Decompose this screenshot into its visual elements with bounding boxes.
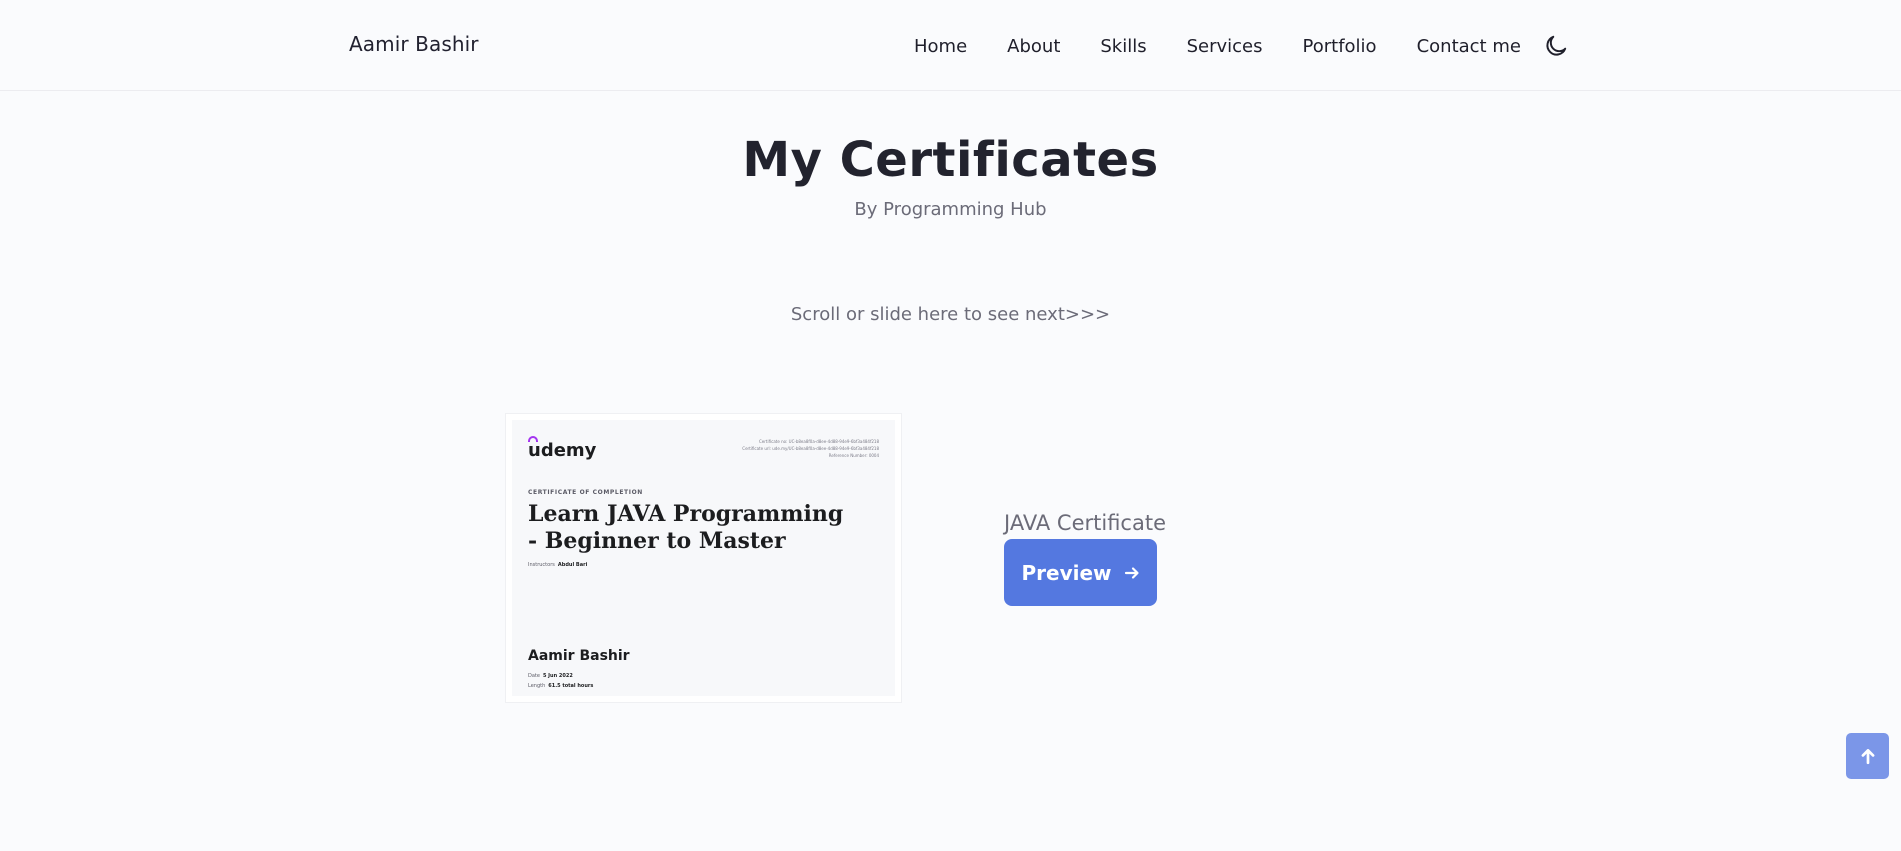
certificate-length: Length 61.5 total hours: [528, 683, 593, 689]
certificate-recipient: Aamir Bashir: [528, 648, 630, 664]
arrow-right-icon: [1124, 566, 1139, 579]
scroll-top-button[interactable]: [1846, 733, 1889, 779]
site-header: Aamir Bashir Home About Skills Services …: [0, 0, 1901, 91]
udemy-logo: udemy: [528, 440, 597, 461]
certificate-date: Date 5 Jun 2022: [528, 673, 573, 679]
preview-button-label: Preview: [1021, 560, 1112, 585]
preview-button[interactable]: Preview: [1004, 539, 1157, 606]
page-title: My Certificates: [742, 132, 1159, 188]
moon-icon[interactable]: [1543, 33, 1569, 59]
date-value: 5 Jun 2022: [542, 673, 573, 679]
certificate-card: udemy Certificate no: UC-b8ea8f0a-d8ee-4…: [512, 420, 895, 696]
nav-services[interactable]: Services: [1187, 36, 1263, 57]
scroll-hint: Scroll or slide here to see next>>>: [790, 304, 1111, 325]
page-subtitle: By Programming Hub: [854, 199, 1047, 220]
nav-portfolio[interactable]: Portfolio: [1303, 36, 1377, 57]
nav-skills[interactable]: Skills: [1100, 36, 1146, 57]
certificate-label: JAVA Certificate: [1004, 511, 1166, 535]
certificate-instructor: Instructors Abdul Bari: [528, 562, 587, 568]
nav-contact[interactable]: Contact me: [1417, 36, 1521, 57]
instructor-label: Instructors: [528, 562, 555, 568]
certificate-heading: CERTIFICATE OF COMPLETION: [528, 489, 643, 496]
certificate-url: Certificate url: ude.my/UC-b8ea8f0a-d8ee…: [742, 446, 879, 451]
length-value: 61.5 total hours: [548, 683, 594, 689]
arrow-up-icon: [1861, 749, 1874, 765]
main-nav: Home About Skills Services Portfolio Con…: [914, 33, 1569, 59]
length-label: Length: [528, 683, 546, 689]
certificate-image: udemy Certificate no: UC-b8ea8f0a-d8ee-4…: [505, 413, 902, 703]
nav-home[interactable]: Home: [914, 36, 967, 57]
nav-about[interactable]: About: [1007, 36, 1060, 57]
site-logo[interactable]: Aamir Bashir: [349, 32, 479, 56]
certificate-reference: Reference Number: 0004: [828, 453, 879, 458]
date-label: Date: [528, 673, 540, 679]
certificate-ids: Certificate no: UC-b8ea8f0a-d8ee-4d88-94…: [742, 438, 879, 459]
certificate-course-title: Learn JAVA Programming - Beginner to Mas…: [528, 501, 844, 554]
certificate-number: Certificate no: UC-b8ea8f0a-d8ee-4d88-94…: [759, 439, 879, 444]
instructor-name: Abdul Bari: [557, 562, 588, 568]
